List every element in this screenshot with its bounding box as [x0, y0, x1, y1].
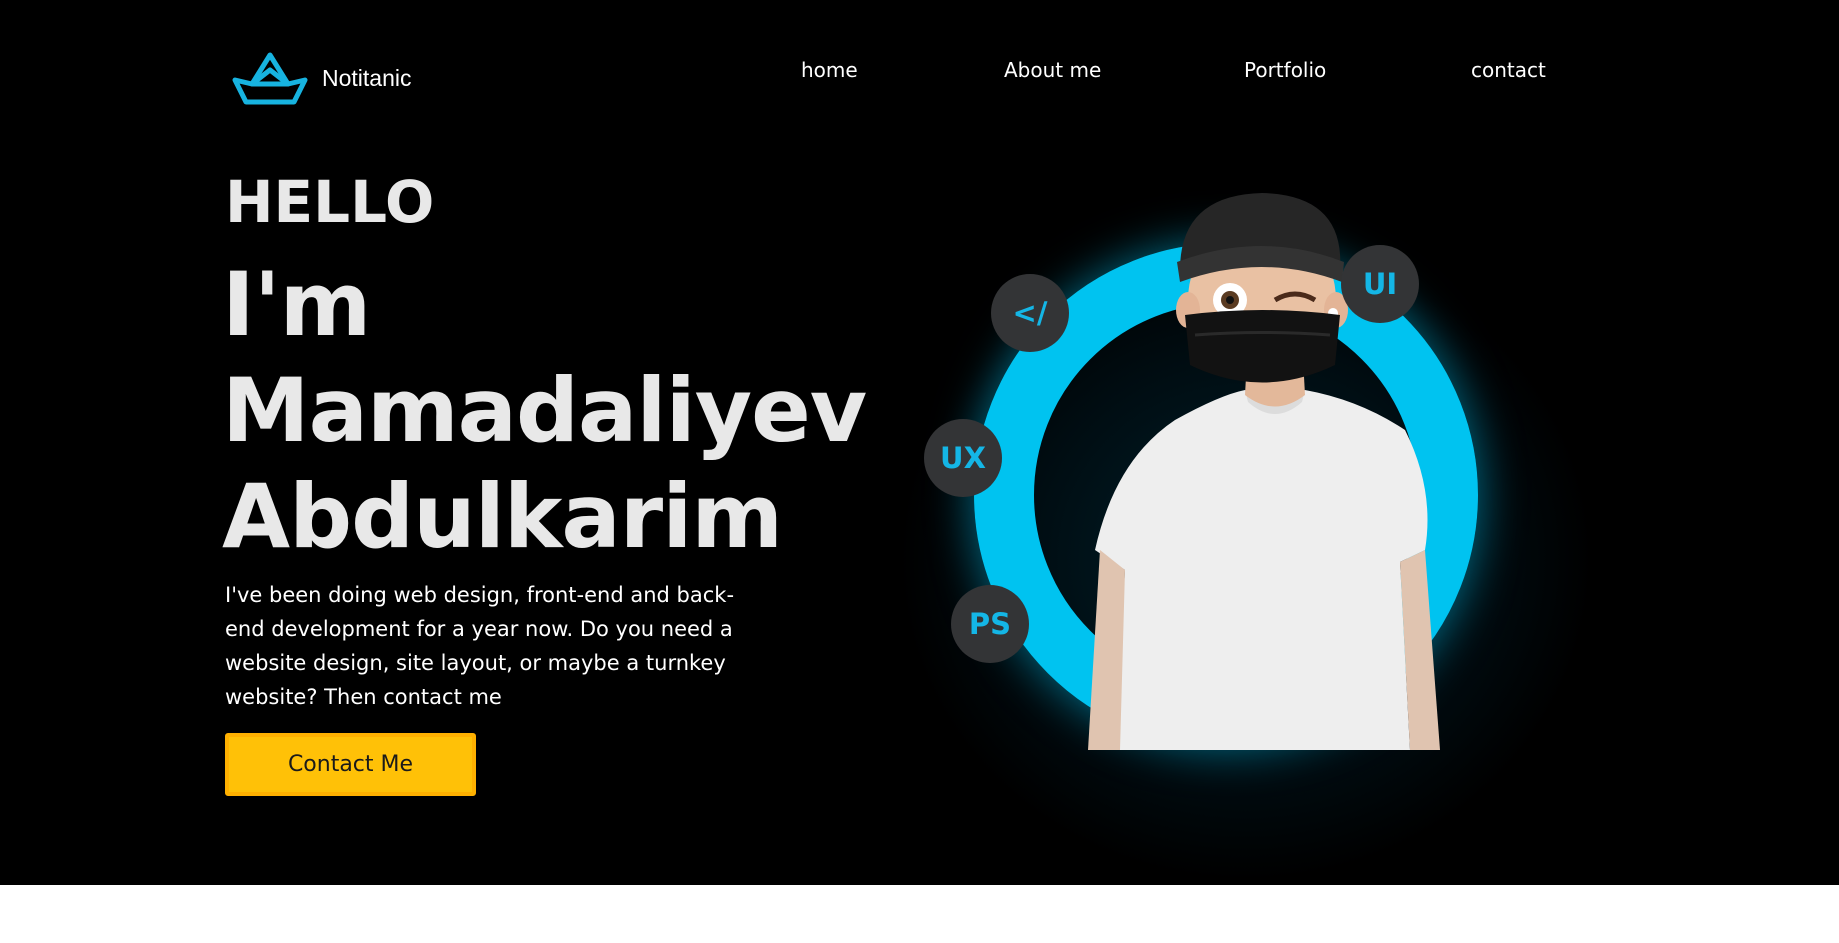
nav-portfolio[interactable]: Portfolio [1244, 58, 1326, 82]
nav-contact[interactable]: contact [1471, 58, 1546, 82]
nav-home[interactable]: home [801, 58, 858, 82]
nav-about-me[interactable]: About me [1004, 58, 1101, 82]
hero-section: Notitanic home About me Portfolio contac… [0, 0, 1839, 885]
brand-logo[interactable]: Notitanic [232, 50, 411, 106]
hero-name-line: Abdulkarim [222, 465, 783, 568]
paper-boat-icon [232, 50, 308, 106]
ps-skill-badge: PS [951, 585, 1029, 663]
hero-name-line: I'm [222, 253, 371, 356]
hero-name-line: Mamadaliyev [222, 359, 867, 462]
code-skill-badge: </ [991, 274, 1069, 352]
contact-me-button[interactable]: Contact Me [225, 733, 476, 796]
hero-name: I'm Mamadaliyev Abdulkarim [222, 252, 867, 570]
hero-description: I've been doing web design, front-end an… [225, 583, 735, 709]
hero-greeting: HELLO [225, 168, 435, 236]
brand-name: Notitanic [322, 64, 412, 91]
ux-skill-badge: UX [924, 419, 1002, 497]
ui-skill-badge: UI [1341, 245, 1419, 323]
